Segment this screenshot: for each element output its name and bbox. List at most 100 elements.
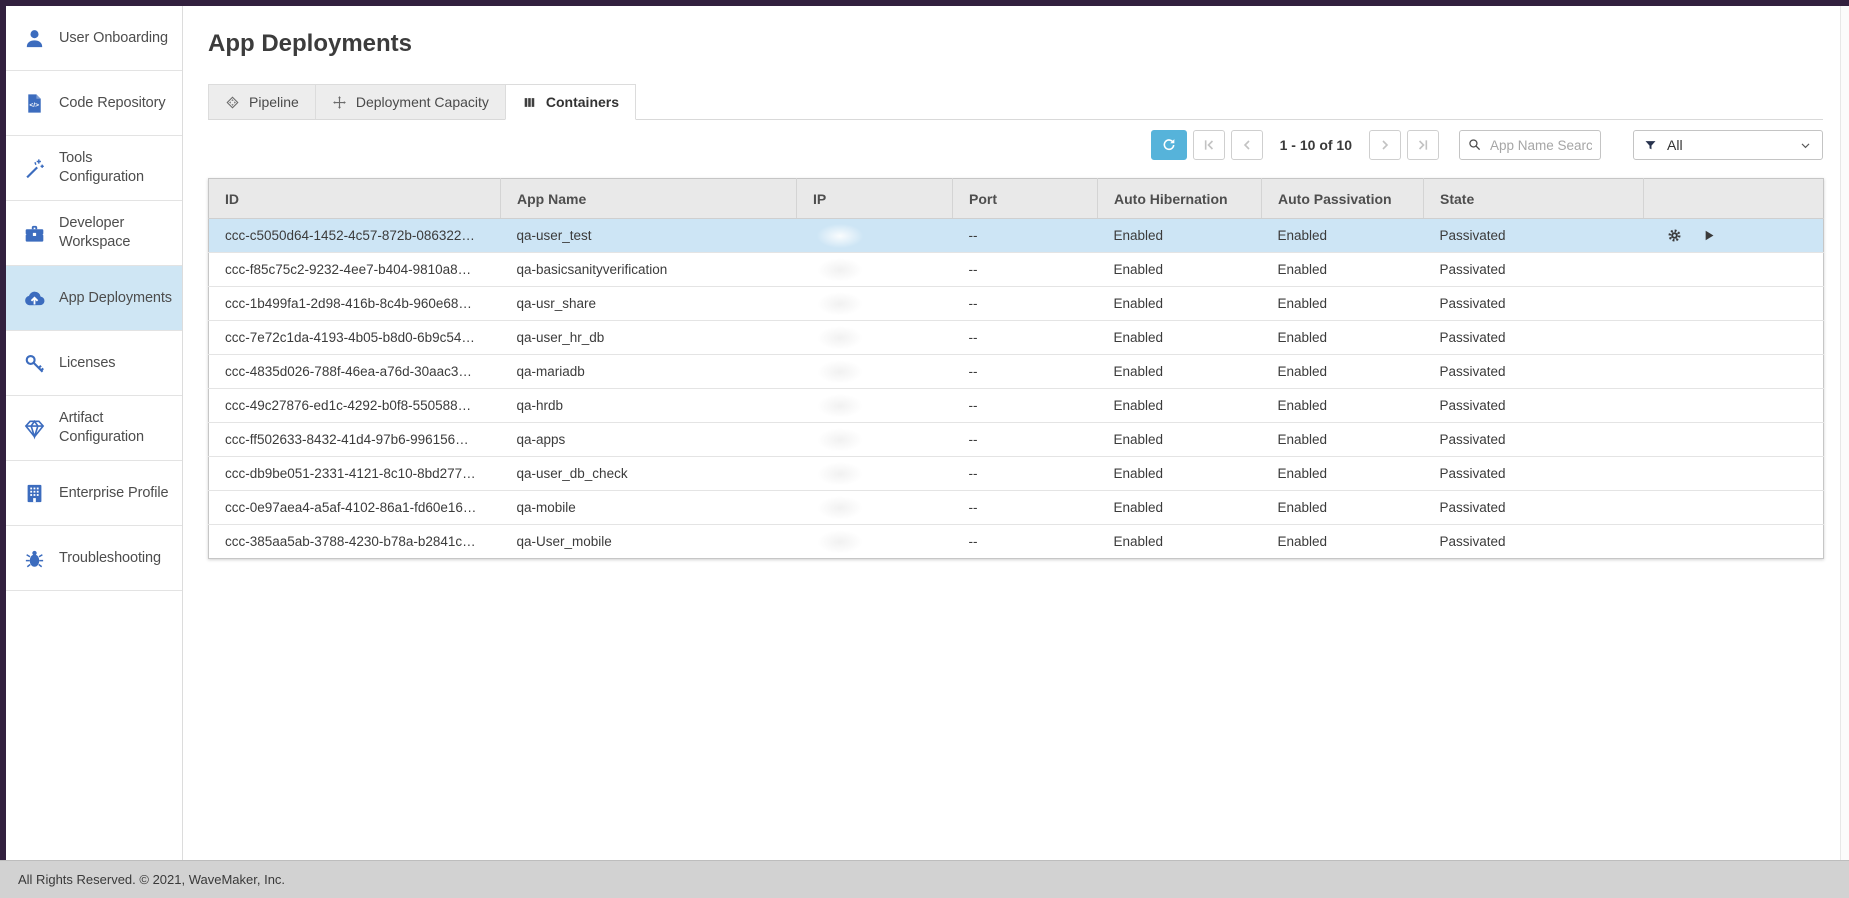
sidebar-item-label: Troubleshooting: [59, 549, 165, 568]
magic-wand-icon: [22, 156, 46, 180]
cell-state: Passivated: [1424, 389, 1644, 423]
cell-port: --: [953, 287, 1098, 321]
sidebar-item-app-deployments[interactable]: App Deployments: [6, 266, 182, 331]
diamond-icon: [22, 416, 46, 440]
run-play-icon[interactable]: [1700, 227, 1717, 244]
cell-state: Passivated: [1424, 525, 1644, 559]
chevron-left-icon: [1239, 137, 1255, 153]
redacted-ip-value: [817, 394, 863, 418]
cell-auto-hibernation: Enabled: [1098, 355, 1262, 389]
sidebar-item-label: Developer Workspace: [59, 214, 182, 251]
table-row[interactable]: ccc-f85c75c2-9232-4ee7-b404-9810a8…qa-ba…: [209, 253, 1824, 287]
toolbar: 1 - 10 of 10 All: [208, 129, 1823, 161]
redacted-ip-value: [817, 224, 863, 248]
cell-id: ccc-4835d026-788f-46ea-a76d-30aac3…: [209, 355, 501, 389]
settings-gear-icon[interactable]: [1666, 227, 1683, 244]
cell-state: Passivated: [1424, 457, 1644, 491]
column-header-port: Port: [953, 179, 1098, 219]
cell-ip: [797, 253, 953, 287]
sidebar-item-code-repository[interactable]: </> Code Repository: [6, 71, 182, 136]
top-accent-bar: [0, 0, 1849, 6]
cell-auto-hibernation: Enabled: [1098, 525, 1262, 559]
cell-actions: [1644, 287, 1824, 321]
cell-id: ccc-c5050d64-1452-4c57-872b-086322…: [209, 219, 501, 253]
cell-state: Passivated: [1424, 219, 1644, 253]
cell-ip: [797, 423, 953, 457]
cell-ip: [797, 491, 953, 525]
table-row[interactable]: ccc-385aa5ab-3788-4230-b78a-b2841c…qa-Us…: [209, 525, 1824, 559]
cell-state: Passivated: [1424, 287, 1644, 321]
cell-actions: [1644, 321, 1824, 355]
redacted-ip-value: [817, 326, 863, 350]
cell-app-name: qa-mariadb: [501, 355, 797, 389]
search-icon: [1467, 137, 1482, 152]
cell-state: Passivated: [1424, 423, 1644, 457]
cell-ip: [797, 321, 953, 355]
cell-app-name: qa-hrdb: [501, 389, 797, 423]
table-row[interactable]: ccc-c5050d64-1452-4c57-872b-086322…qa-us…: [209, 219, 1824, 253]
sidebar-item-label: Code Repository: [59, 94, 170, 113]
containers-table: IDApp NameIPPortAuto HibernationAuto Pas…: [208, 178, 1824, 559]
first-page-button[interactable]: [1193, 130, 1225, 160]
table-row[interactable]: ccc-0e97aea4-a5af-4102-86a1-fd60e16…qa-m…: [209, 491, 1824, 525]
table-row[interactable]: ccc-1b499fa1-2d98-416b-8c4b-960e68…qa-us…: [209, 287, 1824, 321]
table-header: IDApp NameIPPortAuto HibernationAuto Pas…: [209, 179, 1824, 219]
page-title: App Deployments: [208, 30, 1849, 58]
state-filter-dropdown[interactable]: All: [1633, 130, 1823, 160]
cell-app-name: qa-apps: [501, 423, 797, 457]
cell-id: ccc-1b499fa1-2d98-416b-8c4b-960e68…: [209, 287, 501, 321]
column-header-auto-hibernation: Auto Hibernation: [1098, 179, 1262, 219]
cloud-upload-icon: [22, 286, 46, 310]
table-row[interactable]: ccc-ff502633-8432-41d4-97b6-996156…qa-ap…: [209, 423, 1824, 457]
sidebar-item-tools-configuration[interactable]: Tools Configuration: [6, 136, 182, 201]
funnel-icon: [1644, 139, 1657, 152]
sidebar-item-label: Licenses: [59, 354, 119, 373]
cell-id: ccc-ff502633-8432-41d4-97b6-996156…: [209, 423, 501, 457]
bug-icon: [22, 546, 46, 570]
sidebar-item-label: User Onboarding: [59, 29, 172, 48]
last-page-button[interactable]: [1407, 130, 1439, 160]
refresh-button[interactable]: [1151, 130, 1187, 160]
sidebar-item-label: Tools Configuration: [59, 149, 182, 186]
table-row[interactable]: ccc-4835d026-788f-46ea-a76d-30aac3…qa-ma…: [209, 355, 1824, 389]
pagination-range-label: 1 - 10 of 10: [1280, 137, 1352, 153]
briefcase-icon: [22, 221, 46, 245]
next-page-button[interactable]: [1369, 130, 1401, 160]
tab-containers[interactable]: Containers: [505, 84, 636, 120]
table-row[interactable]: ccc-7e72c1da-4193-4b05-b8d0-6b9c54…qa-us…: [209, 321, 1824, 355]
pipeline-icon: [225, 95, 240, 110]
cell-app-name: qa-user_test: [501, 219, 797, 253]
cell-port: --: [953, 253, 1098, 287]
cell-ip: [797, 287, 953, 321]
cell-actions: [1644, 423, 1824, 457]
cell-auto-hibernation: Enabled: [1098, 219, 1262, 253]
table-row[interactable]: ccc-db9be051-2331-4121-8c10-8bd277…qa-us…: [209, 457, 1824, 491]
filter-selected-value: All: [1667, 137, 1789, 153]
previous-page-button[interactable]: [1231, 130, 1263, 160]
cell-port: --: [953, 321, 1098, 355]
user-icon: [22, 26, 46, 50]
tab-label: Pipeline: [249, 94, 299, 110]
footer-copyright-text: All Rights Reserved. © 2021, WaveMaker, …: [18, 872, 285, 887]
table-row[interactable]: ccc-49c27876-ed1c-4292-b0f8-550588…qa-hr…: [209, 389, 1824, 423]
cell-state: Passivated: [1424, 355, 1644, 389]
sidebar-item-developer-workspace[interactable]: Developer Workspace: [6, 201, 182, 266]
tab-deployment-capacity[interactable]: Deployment Capacity: [315, 84, 506, 120]
tab-pipeline[interactable]: Pipeline: [208, 84, 316, 120]
cell-id: ccc-0e97aea4-a5af-4102-86a1-fd60e16…: [209, 491, 501, 525]
svg-text:</>: </>: [29, 102, 39, 109]
cell-app-name: qa-user_hr_db: [501, 321, 797, 355]
cell-auto-hibernation: Enabled: [1098, 287, 1262, 321]
sidebar-item-licenses[interactable]: Licenses: [6, 331, 182, 396]
scrollbar-track[interactable]: [1840, 6, 1849, 860]
cell-app-name: qa-User_mobile: [501, 525, 797, 559]
tab-label: Containers: [546, 94, 619, 110]
cell-app-name: qa-basicsanityverification: [501, 253, 797, 287]
sidebar-item-enterprise-profile[interactable]: Enterprise Profile: [6, 461, 182, 526]
cell-auto-hibernation: Enabled: [1098, 491, 1262, 525]
sidebar-item-user-onboarding[interactable]: User Onboarding: [6, 6, 182, 71]
sidebar-item-artifact-configuration[interactable]: Artifact Configuration: [6, 396, 182, 461]
sidebar-item-troubleshooting[interactable]: Troubleshooting: [6, 526, 182, 591]
column-header-app-name: App Name: [501, 179, 797, 219]
main-content: App Deployments Pipeline Deployment Capac…: [184, 6, 1849, 860]
